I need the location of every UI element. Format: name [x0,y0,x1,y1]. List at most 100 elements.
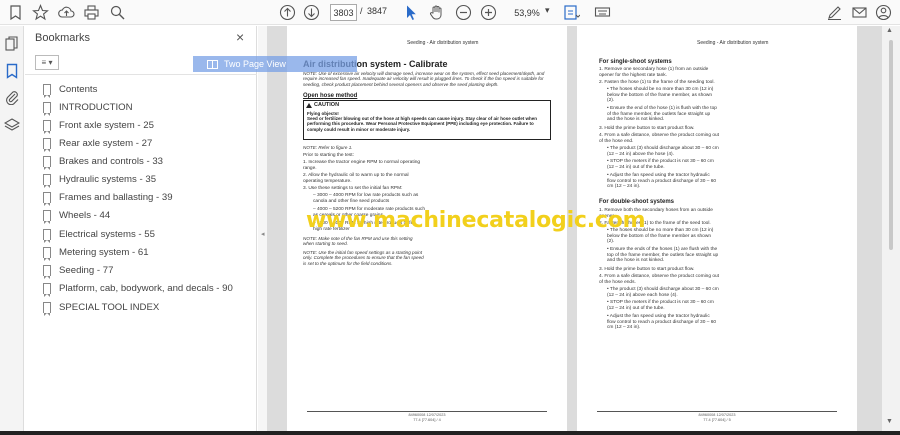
watermark-text: www.machinecatalogic.com [306,208,646,233]
bookmark-icon [43,246,51,261]
bookmark-icon [43,209,51,224]
step-item: 3. Use these settings to set the initial… [303,186,403,191]
zoom-out-icon[interactable] [455,4,472,21]
hand-tool-icon[interactable] [428,4,445,21]
note-text: NOTE: Refer to figure 1. [303,145,353,150]
sign-pen-icon[interactable] [826,4,843,21]
bookmark-item[interactable]: Rear axle system - 27 [43,135,153,152]
bookmark-label: Electrical systems - 55 [59,228,155,240]
account-icon[interactable] [875,4,892,21]
scrollbar-thumb[interactable] [889,40,893,250]
zoom-dropdown-icon[interactable]: ▾ [545,5,550,16]
bookmark-label: SPECIAL TOOL INDEX [59,301,160,313]
bookmark-label: Brakes and controls - 33 [59,155,163,167]
step-item: • Ensure the ends of the hoses (1) are f… [607,247,719,264]
footer-page: 77.4 [77.604] / 4 [413,418,441,422]
caution-label: CAUTION [306,102,339,108]
bookmark-page-icon[interactable] [8,4,25,21]
close-icon[interactable]: × [236,29,244,45]
page-thumbnails-icon[interactable] [4,36,20,52]
caution-text: Flying objects! Seed or fertilizer blowi… [307,111,537,132]
taskbar-edge [0,431,900,435]
bookmark-icon [43,83,51,98]
keyboard-icon[interactable] [594,4,611,21]
bookmark-item[interactable]: Frames and ballasting - 39 [43,189,173,206]
bookmark-item[interactable]: Contents [43,81,98,98]
attachments-paperclip-icon[interactable] [4,89,20,106]
bookmark-icon [43,191,51,206]
bookmark-item[interactable]: INTRODUCTION [43,99,133,116]
layers-icon[interactable] [3,117,21,133]
footer-code: 84960008 12/07/2023 [698,413,736,417]
step-item: – 3000 – 4000 RPM for low rate products … [313,193,419,204]
step-item: • Adjust the fan speed using the tractor… [607,173,717,190]
bookmark-label: Wheels - 44 [59,209,111,221]
panel-title: Bookmarks [35,32,91,44]
left-navigation-rail [0,26,24,431]
step-item: 2. Allow the hydraulic oil to warm up to… [303,173,409,184]
previous-page-icon[interactable] [279,4,296,21]
cloud-upload-icon[interactable] [58,4,75,21]
bookmark-icon [43,173,51,188]
bookmark-item[interactable]: SPECIAL TOOL INDEX [43,299,160,316]
star-icon[interactable] [32,4,49,21]
bookmark-icon [43,119,51,134]
zoom-level[interactable]: 53,9% [507,4,547,21]
bookmarks-panel-icon[interactable] [4,63,20,79]
page-total: 3847 [367,6,388,16]
bookmark-icon [43,155,51,170]
note-text: NOTE: Use the initial fan speed settings… [303,250,424,266]
bookmark-label: Platform, cab, bodywork, and decals - 90 [59,282,233,294]
bookmark-icon [43,282,51,297]
footer-page: 77.4 [77.604] / 5 [703,418,731,422]
bookmark-icon [43,264,51,279]
bookmark-label: Seeding - 77 [59,264,114,276]
subheading: For double-shoot systems [599,199,675,205]
bookmark-label: Metering system - 61 [59,246,149,258]
bookmark-label: Rear axle system - 27 [59,137,153,149]
page-number-input[interactable]: 3803 [330,4,357,21]
note-text: NOTE: Make note of the fan RPM and use t… [303,236,413,247]
bookmark-item[interactable]: Electrical systems - 55 [43,226,155,243]
step-item: • The product (3) should discharge about… [607,146,719,157]
step-item: • Ensure the end of the hose (1) is flus… [607,106,717,123]
tooltip-label: Two Page View [224,59,286,69]
zoom-in-icon[interactable] [480,4,497,21]
step-item: 1. Increase the tractor engine RPM to no… [303,160,421,171]
collapse-panel-icon[interactable]: ◂ [261,230,265,238]
next-page-icon[interactable] [303,4,320,21]
bookmark-label: Contents [59,83,98,95]
bookmark-icon [43,137,51,152]
step-item: 3. Hold the prime button to start produc… [599,126,695,131]
footer-rule [307,411,547,412]
mail-icon[interactable] [851,4,868,21]
page-display-icon[interactable] [563,4,580,21]
divider [25,74,257,75]
bookmark-label: Frames and ballasting - 39 [59,191,173,203]
scroll-up-icon[interactable]: ▲ [886,27,893,34]
scroll-down-icon[interactable]: ▼ [886,418,893,425]
body-text: Prior to starting the test: [303,153,354,158]
step-item: • STOP the meters if the product is not … [607,300,714,311]
select-cursor-icon[interactable] [403,4,420,21]
bookmark-label: Front axle system - 25 [59,119,154,131]
bookmark-item[interactable]: Seeding - 77 [43,262,114,279]
bookmark-item[interactable]: Hydraulic systems - 35 [43,171,156,188]
bookmark-item[interactable]: Brakes and controls - 33 [43,153,163,170]
page-header: Seeding - Air distribution system [697,40,769,46]
bookmark-item[interactable]: Metering system - 61 [43,244,149,261]
panel-splitter[interactable] [258,26,267,431]
print-icon[interactable] [83,4,100,21]
subheading: Open hose method [303,93,358,99]
bookmark-icon [43,101,51,116]
bookmark-icon [43,228,51,243]
bookmark-item[interactable]: Front axle system - 25 [43,117,154,134]
bookmark-label: INTRODUCTION [59,101,133,113]
bookmark-options-button[interactable]: ≡ ▾ [35,55,59,70]
page-header: Seeding - Air distribution system [407,40,479,46]
bookmark-item[interactable]: Platform, cab, bodywork, and decals - 90 [43,280,233,297]
step-item: • Adjust the fan speed using the tractor… [607,314,717,331]
bookmark-item[interactable]: Wheels - 44 [43,207,111,224]
zoom-search-icon[interactable] [109,4,126,21]
step-item: 2. Fasten the hose (1) to the frame of t… [599,80,715,85]
